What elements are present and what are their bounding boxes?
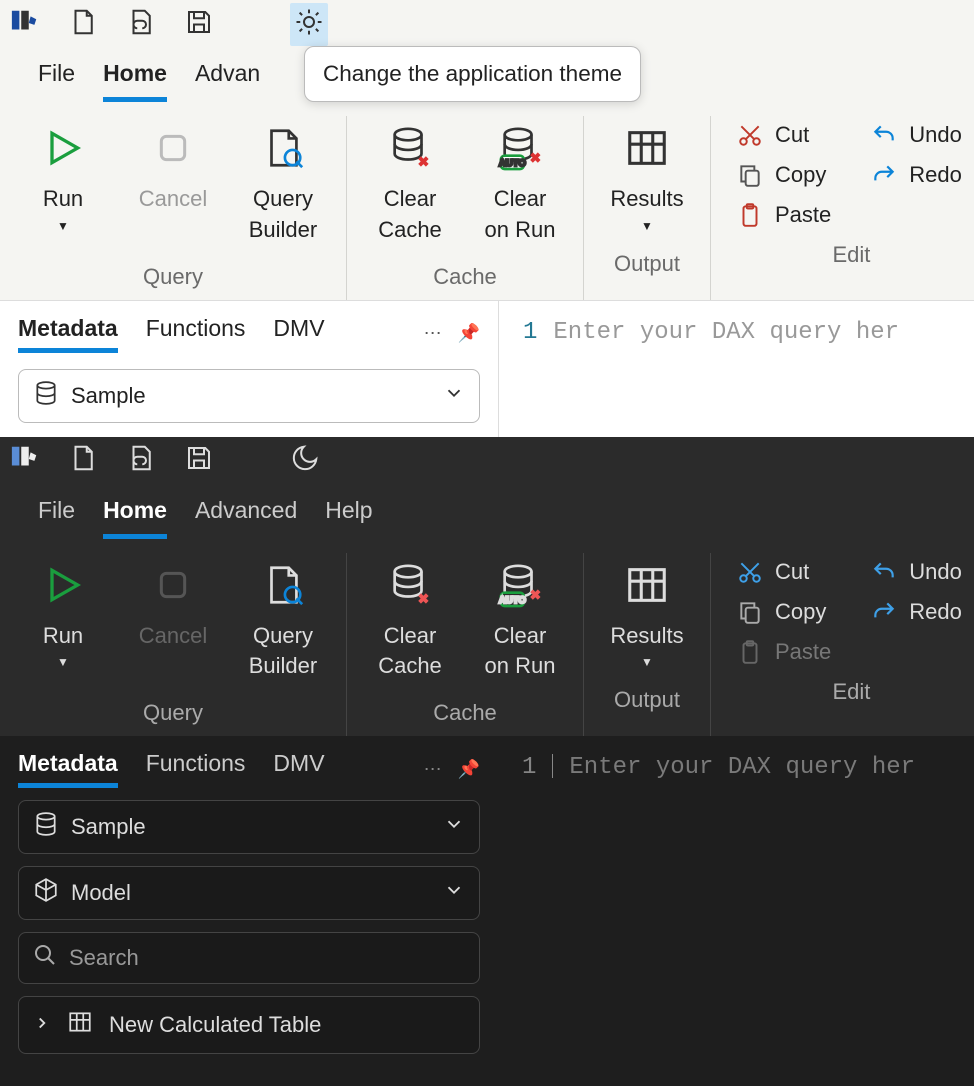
tab-help[interactable]: Help [325,485,372,539]
results-button[interactable]: Results ▼ [592,553,702,674]
chevron-down-icon: ▼ [641,655,653,669]
tab-home[interactable]: Home [103,48,167,102]
chevron-down-icon [443,382,465,410]
group-label-edit: Edit [832,665,870,715]
results-button[interactable]: Results ▼ [592,116,702,237]
db-erase-icon [387,557,433,613]
clear-cache-button[interactable]: Clear Cache [355,116,465,250]
line-number: 1 [522,754,536,1086]
table-icon [624,557,670,613]
redo-button[interactable]: Redo [871,162,962,188]
paste-button[interactable]: Paste [737,639,831,665]
database-combo[interactable]: Sample [18,369,480,423]
stop-icon [153,120,193,176]
clear-on-run-button[interactable]: AUTO Clear on Run [465,116,575,250]
cube-icon [33,877,59,909]
tab-file[interactable]: File [38,48,75,102]
database-combo[interactable]: Sample [18,800,480,854]
redo-button[interactable]: Redo [871,599,962,625]
chevron-down-icon: ▼ [641,219,653,233]
tree-item-new-calc-table[interactable]: New Calculated Table [18,996,480,1054]
undo-button[interactable]: Undo [871,122,962,148]
tab-home[interactable]: Home [103,485,167,539]
tab-file[interactable]: File [38,485,75,539]
new-file-icon[interactable] [68,7,98,42]
copy-button[interactable]: Copy [737,599,831,625]
table-icon [67,1009,93,1041]
group-label-edit: Edit [832,228,870,278]
theme-toggle-button[interactable] [290,3,328,46]
query-editor[interactable]: 1 Enter your DAX query her [498,301,974,437]
editor-placeholder: Enter your DAX query her [569,754,915,1086]
theme-tooltip: Change the application theme [304,46,641,102]
cancel-button[interactable]: Cancel [118,553,228,687]
chevron-down-icon [443,879,465,907]
ellipsis-icon[interactable]: ⋯ [424,323,442,344]
play-icon [41,120,85,176]
side-tab-dmv[interactable]: DMV [273,750,324,788]
chevron-right-icon [33,1012,51,1038]
group-label-cache: Cache [433,250,497,300]
db-auto-erase-icon: AUTO [497,120,543,176]
copy-button[interactable]: Copy [737,162,831,188]
query-builder-button[interactable]: Query Builder [228,553,338,687]
side-tab-functions[interactable]: Functions [146,750,246,788]
cancel-button[interactable]: Cancel [118,116,228,250]
db-erase-icon [387,120,433,176]
db-auto-erase-icon: AUTO [497,557,543,613]
cut-button[interactable]: Cut [737,559,831,585]
save-icon[interactable] [184,443,214,478]
chevron-down-icon [443,813,465,841]
query-editor[interactable]: 1 Enter your DAX query her [498,736,974,1086]
paste-button[interactable]: Paste [737,202,831,228]
svg-text:AUTO: AUTO [499,595,527,606]
side-tab-metadata[interactable]: Metadata [18,315,118,353]
side-tab-metadata[interactable]: Metadata [18,750,118,788]
app-logo-icon [10,7,40,42]
run-button[interactable]: Run ▼ [8,553,118,674]
group-label-query: Query [143,250,203,300]
pin-icon[interactable]: 📌 [458,759,480,780]
chevron-down-icon: ▼ [57,219,69,233]
line-number: 1 [523,319,537,437]
svg-text:AUTO: AUTO [499,158,527,169]
app-logo-icon [10,443,40,478]
editor-placeholder: Enter your DAX query her [553,319,899,437]
chevron-down-icon: ▼ [57,655,69,669]
ellipsis-icon[interactable]: ⋯ [424,759,442,780]
tab-advanced[interactable]: Advan [195,48,260,102]
group-label-output: Output [614,237,680,287]
group-label-output: Output [614,673,680,723]
wrench-doc-icon [260,120,306,176]
tab-advanced[interactable]: Advanced [195,485,297,539]
search-input[interactable]: Search [18,932,480,984]
new-file-icon[interactable] [68,443,98,478]
side-tab-functions[interactable]: Functions [146,315,246,353]
group-label-cache: Cache [433,686,497,736]
run-button[interactable]: Run ▼ [8,116,118,237]
model-combo[interactable]: Model [18,866,480,920]
cut-button[interactable]: Cut [737,122,831,148]
pin-icon[interactable]: 📌 [458,323,480,344]
link-file-icon[interactable] [126,443,156,478]
group-label-query: Query [143,686,203,736]
query-builder-button[interactable]: Query Builder [228,116,338,250]
stop-icon [153,557,193,613]
table-icon [624,120,670,176]
database-icon [33,380,59,412]
database-icon [33,811,59,843]
search-icon [33,943,57,973]
link-file-icon[interactable] [126,7,156,42]
clear-on-run-button[interactable]: AUTO Clear on Run [465,553,575,687]
save-icon[interactable] [184,7,214,42]
side-tab-dmv[interactable]: DMV [273,315,324,353]
wrench-doc-icon [260,557,306,613]
clear-cache-button[interactable]: Clear Cache [355,553,465,687]
theme-toggle-button[interactable] [290,443,320,478]
play-icon [41,557,85,613]
undo-button[interactable]: Undo [871,559,962,585]
